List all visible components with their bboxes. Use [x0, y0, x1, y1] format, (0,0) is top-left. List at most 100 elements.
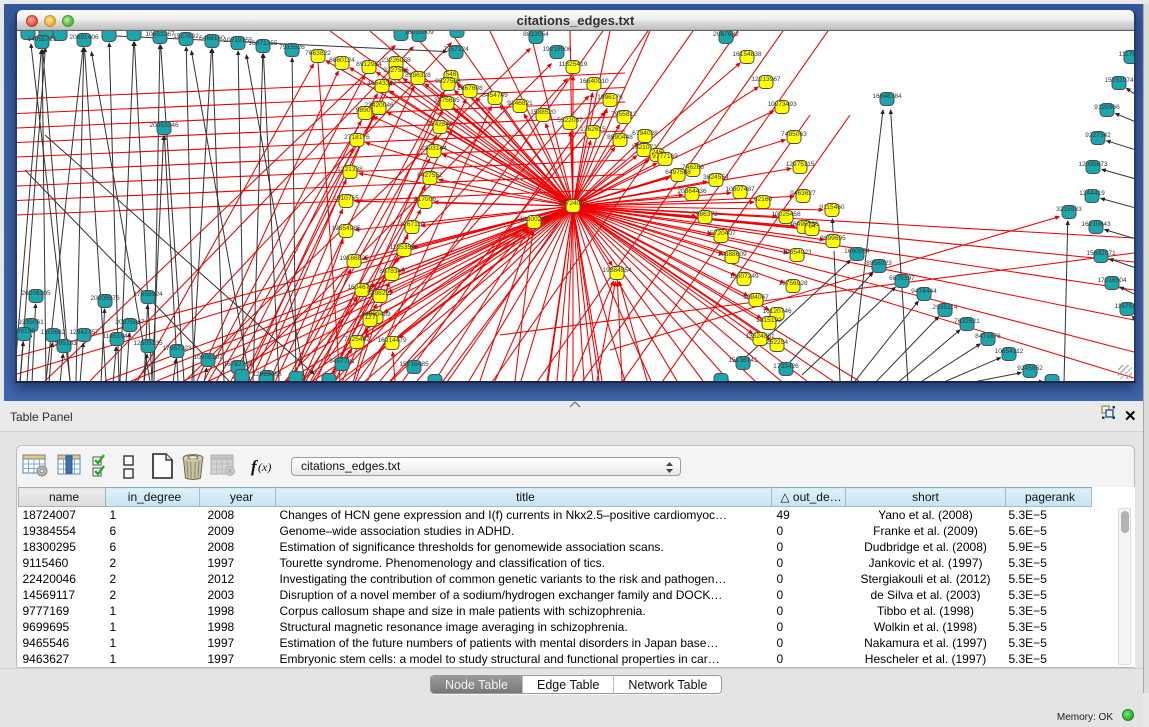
- svg-text:12505135: 12505135: [133, 340, 163, 347]
- svg-text:9146821: 9146821: [507, 100, 533, 107]
- svg-text:8813054: 8813054: [523, 31, 549, 38]
- svg-text:1117850: 1117850: [1119, 51, 1134, 58]
- svg-text:817006: 817006: [414, 196, 436, 203]
- svg-text:1615192: 1615192: [756, 317, 782, 324]
- svg-text:6466160: 6466160: [199, 35, 225, 42]
- svg-text:1733426: 1733426: [773, 363, 799, 370]
- svg-text:5322037: 5322037: [557, 117, 583, 124]
- svg-text:12213967: 12213967: [751, 76, 781, 83]
- svg-text:9777169: 9777169: [652, 153, 678, 160]
- svg-text:9899695: 9899695: [820, 235, 846, 242]
- svg-text:1505183: 1505183: [51, 340, 77, 347]
- svg-text:7663822: 7663822: [305, 50, 331, 57]
- svg-text:1527602: 1527602: [173, 33, 199, 40]
- svg-text:7485063: 7485063: [781, 131, 807, 138]
- svg-text:10653267: 10653267: [145, 31, 175, 38]
- svg-text:19384554: 19384554: [602, 267, 632, 274]
- svg-text:12975115: 12975115: [786, 161, 815, 168]
- svg-text:18724007: 18724007: [558, 200, 588, 207]
- svg-text:7986372: 7986372: [692, 211, 718, 218]
- svg-text:12923468: 12923468: [252, 371, 282, 378]
- svg-text:1588520: 1588520: [530, 109, 556, 116]
- svg-text:11325419: 11325419: [559, 61, 588, 68]
- svg-text:16671355: 16671355: [248, 40, 278, 47]
- svg-text:16640910: 16640910: [579, 78, 609, 85]
- svg-text:2087682: 2087682: [713, 31, 739, 38]
- svg-text:1096176: 1096176: [597, 94, 623, 101]
- svg-text:1362615: 1362615: [580, 126, 606, 133]
- svg-text:8660124: 8660124: [329, 57, 355, 64]
- svg-text:3875685: 3875685: [434, 97, 460, 104]
- svg-text:2667608: 2667608: [457, 85, 483, 92]
- svg-text:3267110: 3267110: [399, 221, 425, 228]
- svg-text:23420046: 23420046: [364, 102, 394, 109]
- svg-text:3624554: 3624554: [703, 174, 729, 181]
- svg-text:1640954: 1640954: [844, 248, 870, 255]
- svg-text:19218506: 19218506: [542, 46, 572, 53]
- svg-text:18300295: 18300295: [519, 216, 549, 223]
- svg-text:64: 64: [808, 223, 816, 230]
- svg-text:252254: 252254: [766, 339, 788, 346]
- svg-text:20206576: 20206576: [90, 295, 120, 302]
- svg-text:8990448: 8990448: [607, 134, 633, 141]
- svg-text:9129966: 9129966: [1094, 104, 1120, 111]
- svg-text:15720407: 15720407: [706, 230, 736, 237]
- svg-text:16154838: 16154838: [732, 51, 762, 58]
- svg-text:15751074: 15751074: [1104, 77, 1134, 84]
- svg-text:10973493: 10973493: [767, 101, 797, 108]
- svg-text:6879197: 6879197: [889, 275, 915, 282]
- svg-text:15692971: 15692971: [1086, 250, 1116, 257]
- svg-text:7357224: 7357224: [443, 46, 469, 53]
- svg-text:746266: 746266: [682, 164, 704, 171]
- svg-text:10025458: 10025458: [771, 211, 801, 218]
- svg-text:9463627: 9463627: [790, 190, 816, 197]
- svg-text:62160: 62160: [754, 196, 773, 203]
- svg-text:19654923: 19654923: [782, 249, 812, 256]
- svg-text:(x): (x): [258, 460, 271, 474]
- svg-text:7515526: 7515526: [279, 44, 305, 51]
- svg-text:16210643: 16210643: [1081, 221, 1111, 228]
- svg-text:11451944: 11451944: [103, 333, 132, 340]
- svg-text:9242848: 9242848: [427, 121, 453, 128]
- svg-text:16782759: 16782759: [223, 361, 253, 368]
- svg-text:9115460: 9115460: [819, 204, 845, 211]
- svg-text:15716485: 15716485: [399, 361, 429, 368]
- svg-text:3215933: 3215933: [1056, 206, 1082, 213]
- svg-text:6794028: 6794028: [632, 130, 658, 137]
- svg-text:7625402: 7625402: [344, 336, 370, 343]
- svg-text:1244419: 1244419: [1079, 190, 1105, 197]
- svg-text:9474444: 9474444: [911, 288, 937, 295]
- svg-text:8427552: 8427552: [417, 172, 443, 179]
- svg-text:546: 546: [445, 71, 456, 78]
- svg-text:127: 127: [364, 314, 375, 321]
- svg-text:8454749: 8454749: [482, 92, 508, 99]
- svg-text:8186328: 8186328: [405, 72, 431, 79]
- svg-text:2935114: 2935114: [932, 304, 958, 311]
- svg-text:12942757: 12942757: [69, 329, 99, 336]
- svg-text:14055721: 14055721: [27, 36, 57, 43]
- svg-text:18807249: 18807249: [729, 273, 759, 280]
- svg-text:19654985: 19654985: [331, 225, 361, 232]
- svg-text:17359924: 17359924: [133, 291, 163, 298]
- svg-text:16914479: 16914479: [377, 337, 407, 344]
- svg-text:5498222: 5498222: [367, 290, 393, 297]
- svg-text:10688609: 10688609: [717, 251, 747, 258]
- svg-text:10807487: 10807487: [725, 186, 755, 193]
- svg-text:7632621: 7632621: [954, 318, 980, 325]
- svg-text:20364436: 20364436: [677, 188, 707, 195]
- svg-text:19756928: 19756928: [778, 280, 808, 287]
- svg-text:1167533: 1167533: [1114, 303, 1134, 310]
- svg-text:2803144: 2803144: [421, 145, 447, 152]
- svg-text:16543382: 16543382: [367, 80, 397, 87]
- svg-text:7955812: 7955812: [611, 111, 637, 118]
- svg-text:9457791: 9457791: [329, 358, 355, 365]
- svg-text:939159: 939159: [17, 328, 35, 335]
- svg-text:8471676: 8471676: [975, 333, 1001, 340]
- svg-text:16033809: 16033809: [404, 31, 434, 36]
- svg-text:10958107: 10958107: [193, 354, 223, 361]
- svg-text:9335061: 9335061: [18, 319, 44, 326]
- svg-text:1010755: 1010755: [333, 195, 359, 202]
- svg-text:10654112: 10654112: [995, 348, 1024, 355]
- svg-text:9227342: 9227342: [1085, 132, 1111, 139]
- svg-text:1221338: 1221338: [337, 166, 363, 173]
